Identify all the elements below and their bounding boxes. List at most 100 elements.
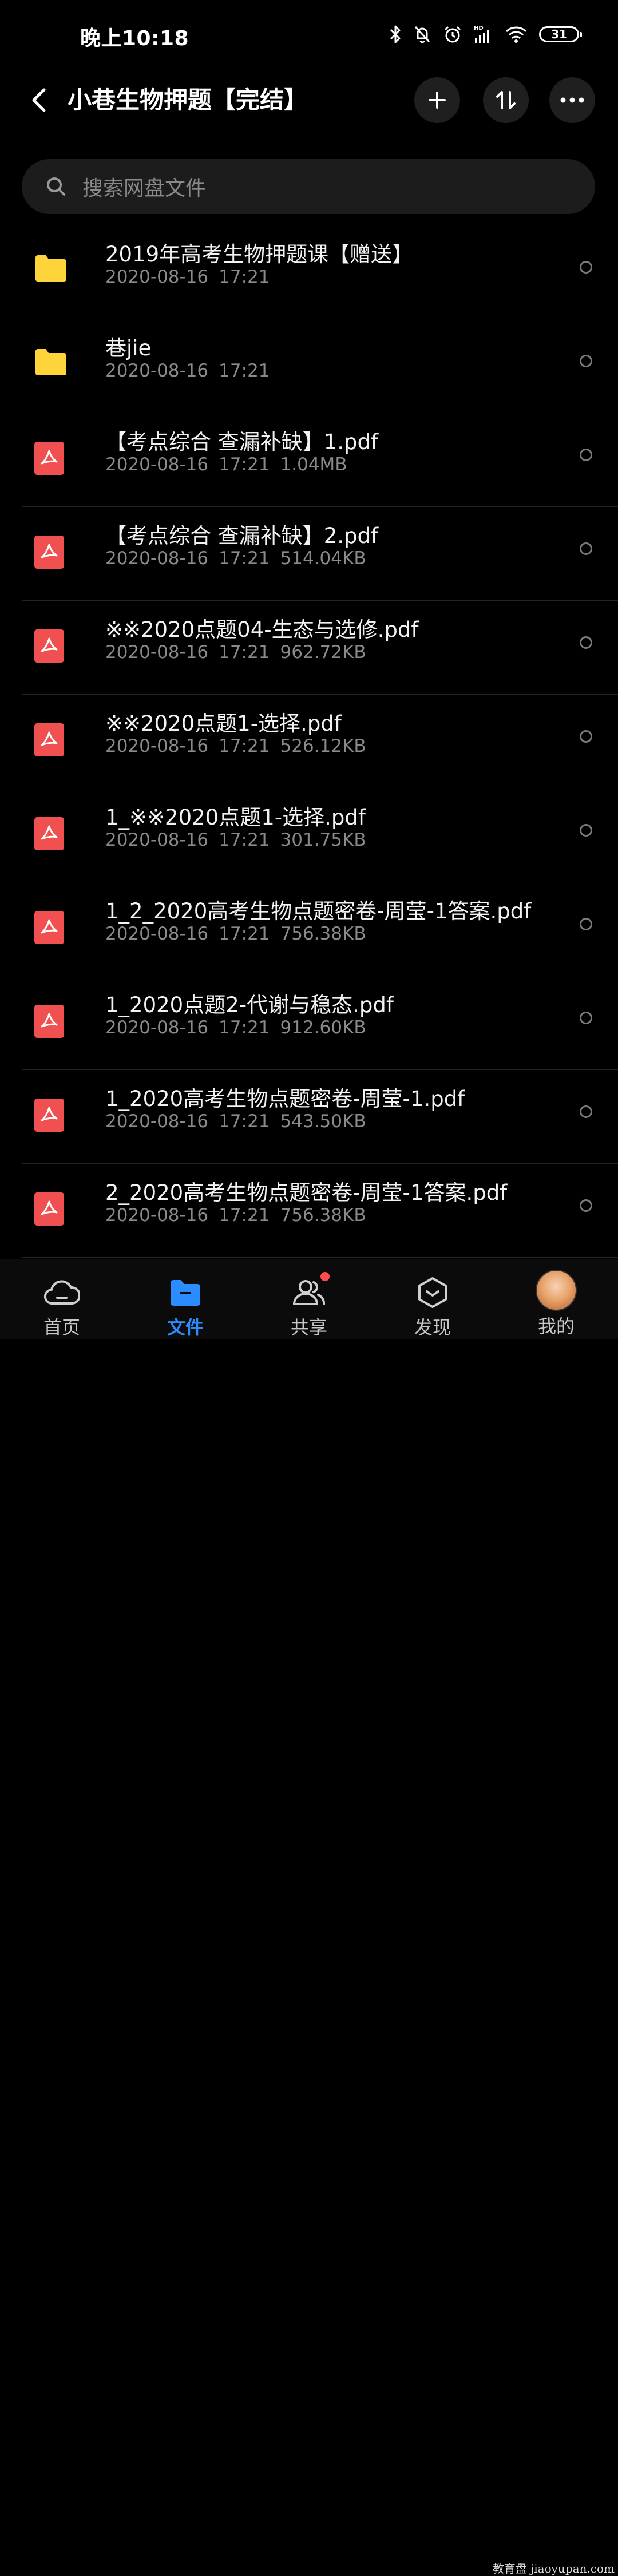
nav-item-share[interactable]: 共享 — [247, 1259, 371, 1339]
file-size: 301.75KB — [280, 830, 366, 850]
file-size: 543.50KB — [280, 1111, 366, 1132]
file-meta: 2020-08-16 17:21 756.38KB — [105, 924, 377, 944]
cloud-home-icon — [43, 1277, 80, 1309]
pdf-icon — [34, 817, 68, 850]
file-date: 2020-08-16 — [105, 267, 209, 287]
alarm-icon — [443, 25, 462, 44]
select-checkbox[interactable] — [580, 1199, 592, 1212]
status-icons: HD 31 — [389, 23, 582, 46]
file-row[interactable]: ※※2020点题1-选择.pdf 2020-08-16 17:21 526.12KB — [22, 695, 618, 788]
select-checkbox[interactable] — [580, 355, 592, 367]
file-date: 2020-08-16 — [105, 1205, 209, 1226]
watermark: 教育盘 jiaoyupan.com — [492, 2562, 615, 2575]
file-meta: 2020-08-16 17:21 756.38KB — [105, 1205, 377, 1226]
select-checkbox[interactable] — [580, 261, 592, 274]
nav-label: 首页 — [43, 1317, 80, 1338]
bottom-nav: 首页 文件 共享 发现 我的 教育盘 jiaoyupan.com — [0, 1259, 618, 2575]
mute-bell-icon — [413, 25, 431, 44]
sort-icon — [496, 91, 516, 109]
file-meta: 2020-08-16 17:21 514.04KB — [105, 548, 377, 569]
file-row[interactable]: 【考点综合 查漏补缺】1.pdf 2020-08-16 17:21 1.04MB — [22, 413, 618, 507]
nav-item-me[interactable]: 我的 — [494, 1259, 618, 1339]
nav-label: 发现 — [414, 1317, 451, 1338]
file-time: 17:21 — [219, 642, 270, 663]
pdf-icon — [34, 629, 68, 663]
status-bar: 晚上10:18 HD 31 — [0, 0, 618, 72]
page-title: 小巷生物押题【完结】 — [68, 86, 308, 114]
file-meta: 2020-08-16 17:21 543.50KB — [105, 1111, 377, 1132]
pdf-icon — [34, 723, 68, 756]
file-list: 2019年高考生物押题课【赠送】 2020-08-16 17:21 巷jie 2020-… — [0, 225, 618, 1258]
file-row[interactable]: 【考点综合 查漏补缺】2.pdf 2020-08-16 17:21 514.04KB — [22, 507, 618, 601]
status-time: 晚上10:18 — [80, 27, 189, 50]
battery-icon: 31 — [539, 26, 582, 42]
file-name: 巷jie — [105, 336, 152, 360]
file-meta: 2020-08-16 17:21 526.12KB — [105, 736, 377, 756]
file-date: 2020-08-16 — [105, 924, 209, 944]
folder-icon — [34, 348, 68, 381]
avatar — [536, 1270, 577, 1311]
nav-label: 文件 — [167, 1317, 204, 1338]
add-button[interactable] — [414, 77, 460, 123]
select-checkbox[interactable] — [580, 730, 592, 743]
file-time: 17:21 — [219, 924, 270, 944]
file-name: 【考点综合 查漏补缺】2.pdf — [105, 524, 379, 548]
users-icon — [291, 1272, 330, 1309]
file-time: 17:21 — [219, 830, 270, 850]
file-meta: 2020-08-16 17:21 — [105, 360, 291, 381]
select-checkbox[interactable] — [580, 542, 592, 555]
file-date: 2020-08-16 — [105, 360, 209, 381]
more-button[interactable] — [549, 77, 595, 123]
select-checkbox[interactable] — [580, 1012, 592, 1024]
discover-icon — [414, 1277, 451, 1309]
file-name: 2019年高考生物押题课【赠送】 — [105, 242, 414, 267]
file-size: 514.04KB — [280, 548, 366, 569]
file-time: 17:21 — [219, 1111, 270, 1132]
file-row[interactable]: 2_2020高考生物点题密卷-周莹-1答案.pdf 2020-08-16 17:21… — [22, 1164, 618, 1258]
file-time: 17:21 — [219, 736, 270, 756]
file-row[interactable]: 1_2_2020高考生物点题密卷-周莹-1答案.pdf 2020-08-16 17:… — [22, 882, 618, 976]
file-row[interactable]: 1_※※2020点题1-选择.pdf 2020-08-16 17:21 301.75K… — [22, 788, 618, 882]
file-date: 2020-08-16 — [105, 830, 209, 850]
file-date: 2020-08-16 — [105, 1111, 209, 1132]
file-row[interactable]: 1_2020高考生物点题密卷-周莹-1.pdf 2020-08-16 17:21 54… — [22, 1070, 618, 1164]
more-icon — [560, 97, 584, 103]
file-size: 1.04MB — [280, 454, 347, 475]
file-date: 2020-08-16 — [105, 454, 209, 475]
search-icon — [45, 175, 68, 198]
nav-item-files[interactable]: 文件 — [124, 1259, 247, 1339]
file-name: 1_2020点题2-代谢与稳态.pdf — [105, 993, 394, 1017]
file-name: 1_※※2020点题1-选择.pdf — [105, 805, 366, 830]
sort-button[interactable] — [483, 77, 529, 123]
file-row[interactable]: 巷jie 2020-08-16 17:21 — [22, 319, 618, 413]
file-row[interactable]: ※※2020点题04-生态与选修.pdf 2020-08-16 17:21 962.7… — [22, 601, 618, 695]
file-row[interactable]: 1_2020点题2-代谢与稳态.pdf 2020-08-16 17:21 912.60… — [22, 976, 618, 1070]
pdf-icon — [34, 536, 68, 569]
file-meta: 2020-08-16 17:21 1.04MB — [105, 454, 358, 475]
file-meta: 2020-08-16 17:21 301.75KB — [105, 830, 377, 850]
select-checkbox[interactable] — [580, 824, 592, 837]
folder-icon — [167, 1277, 204, 1309]
search-input[interactable]: 搜索网盘文件 — [22, 159, 595, 214]
select-checkbox[interactable] — [580, 636, 592, 649]
pdf-icon — [34, 911, 68, 944]
back-button[interactable] — [23, 84, 55, 116]
folder-icon — [34, 254, 68, 287]
file-size: 962.72KB — [280, 642, 366, 663]
select-checkbox[interactable] — [580, 449, 592, 461]
file-size: 912.60KB — [280, 1017, 366, 1038]
notification-badge — [320, 1272, 330, 1281]
pdf-icon — [34, 1005, 68, 1038]
search-placeholder: 搜索网盘文件 — [82, 177, 207, 200]
select-checkbox[interactable] — [580, 918, 592, 930]
nav-label: 我的 — [537, 1315, 575, 1337]
file-name: 【考点综合 查漏补缺】1.pdf — [105, 430, 379, 454]
pdf-icon — [34, 1192, 68, 1226]
nav-item-home[interactable]: 首页 — [0, 1259, 124, 1339]
select-checkbox[interactable] — [580, 1105, 592, 1118]
nav-item-discover[interactable]: 发现 — [371, 1259, 494, 1339]
file-meta: 2020-08-16 17:21 962.72KB — [105, 642, 377, 663]
file-name: ※※2020点题04-生态与选修.pdf — [105, 617, 419, 642]
file-row[interactable]: 2019年高考生物押题课【赠送】 2020-08-16 17:21 — [22, 225, 618, 319]
pdf-icon — [34, 442, 68, 475]
